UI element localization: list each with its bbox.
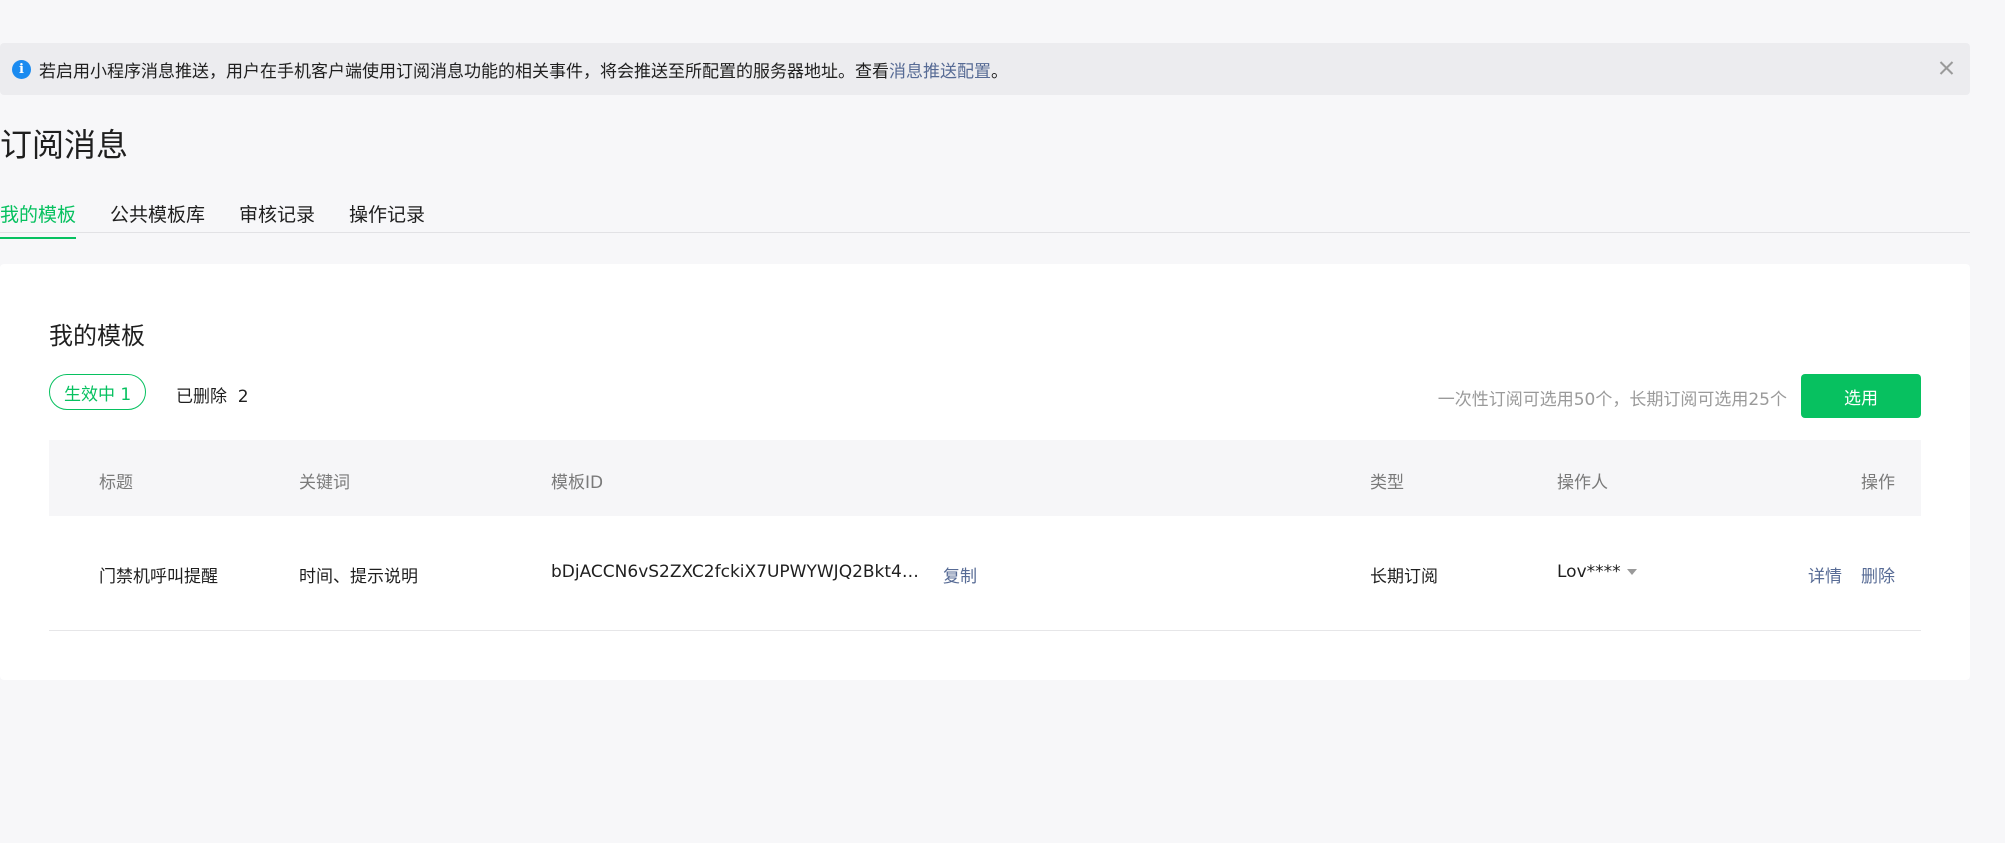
- header-type: 类型: [1370, 473, 1404, 493]
- filter-active[interactable]: 生效中 1: [49, 374, 147, 410]
- page-title: 订阅消息: [0, 126, 129, 164]
- tab-operation-records[interactable]: 操作记录: [349, 200, 425, 237]
- tab-public-template-library[interactable]: 公共模板库: [110, 200, 205, 237]
- operator-name: Lov****: [1557, 562, 1621, 582]
- info-icon: i: [12, 59, 31, 79]
- notice-bar: i 若启用小程序消息推送，用户在手机客户端使用订阅消息功能的相关事件，将会推送至…: [0, 43, 1970, 95]
- header-title: 标题: [99, 473, 133, 493]
- table-header: 标题 关键词 模板ID 类型 操作人 操作: [49, 440, 1921, 516]
- tab-bar: 我的模板 公共模板库 审核记录 操作记录: [0, 192, 1970, 239]
- filter-deleted[interactable]: 已删除 2: [176, 382, 249, 407]
- row-keywords: 时间、提示说明: [299, 567, 418, 587]
- row-operator[interactable]: Lov****: [1557, 562, 1637, 582]
- close-icon[interactable]: [1936, 57, 1958, 79]
- copy-link[interactable]: 复制: [943, 562, 977, 587]
- quota-text: 一次性订阅可选用50个，长期订阅可选用25个: [1437, 390, 1787, 410]
- header-actions: 操作: [1861, 473, 1895, 493]
- row-template-id: bDjACCN6vS2ZXC2fckiX7UPWYWJQ2Bkt4Y...: [551, 562, 921, 582]
- notice-suffix: 。: [991, 61, 1008, 82]
- delete-link[interactable]: 删除: [1861, 562, 1895, 587]
- header-template-id: 模板ID: [551, 473, 604, 493]
- tab-review-records[interactable]: 审核记录: [239, 200, 315, 237]
- card-title: 我的模板: [49, 322, 145, 350]
- header-operator: 操作人: [1557, 473, 1608, 493]
- chevron-down-icon: [1626, 569, 1637, 575]
- table-row: 门禁机呼叫提醒 时间、提示说明 bDjACCN6vS2ZXC2fckiX7UPW…: [49, 516, 1921, 631]
- header-keywords: 关键词: [299, 473, 350, 493]
- push-config-link[interactable]: 消息推送配置: [889, 57, 991, 82]
- detail-link[interactable]: 详情: [1808, 562, 1842, 587]
- select-button[interactable]: 选用: [1801, 374, 1921, 418]
- tab-my-templates[interactable]: 我的模板: [0, 200, 77, 239]
- row-title: 门禁机呼叫提醒: [99, 567, 218, 587]
- notice-text: 若启用小程序消息推送，用户在手机客户端使用订阅消息功能的相关事件，将会推送至所配…: [39, 61, 889, 82]
- row-type: 长期订阅: [1370, 567, 1438, 587]
- templates-card: 我的模板 生效中 1 已删除 2 一次性订阅可选用50个，长期订阅可选用25个 …: [0, 264, 1970, 680]
